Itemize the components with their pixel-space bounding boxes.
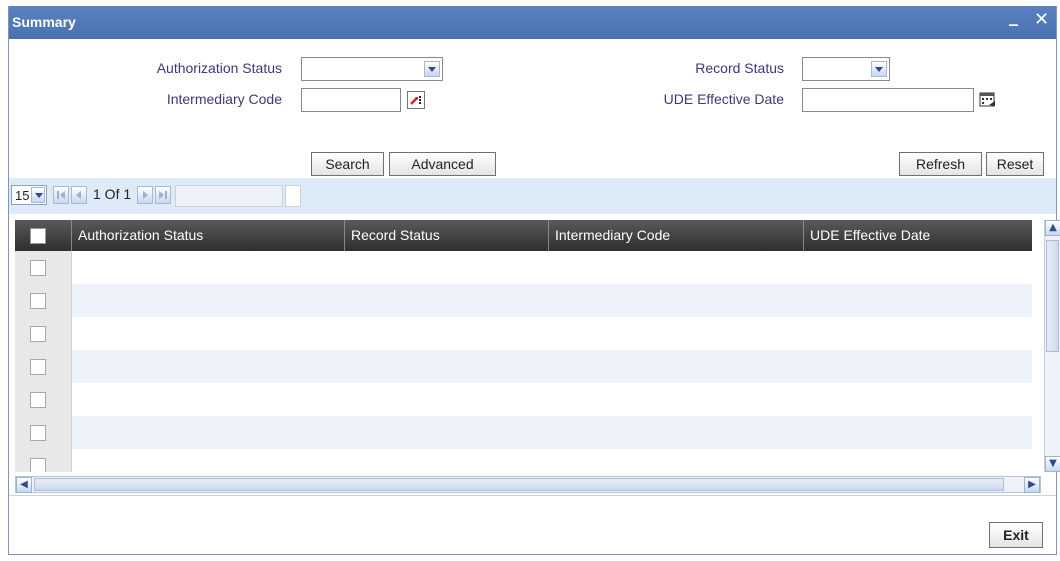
row-checkbox[interactable]	[30, 260, 46, 276]
row-checkbox-cell	[15, 416, 72, 450]
pagination-toolbar: 15 1 Of 1	[9, 178, 1056, 214]
row-checkbox[interactable]	[30, 293, 46, 309]
vertical-scrollbar[interactable]: ▲ ▼	[1044, 220, 1060, 472]
record-status-label: Record Status	[695, 60, 784, 76]
column-header-ude-effective-date[interactable]: UDE Effective Date	[804, 220, 1032, 251]
advanced-button[interactable]: Advanced	[389, 152, 496, 176]
row-checkbox-cell	[15, 383, 72, 417]
horizontal-scroll-thumb[interactable]	[34, 478, 1004, 491]
close-icon[interactable]: ✕	[1034, 9, 1049, 30]
select-all-checkbox[interactable]	[30, 228, 46, 244]
chevron-down-icon	[31, 187, 45, 203]
calendar-icon[interactable]	[979, 90, 997, 108]
horizontal-scrollbar[interactable]: ◀ ▶	[15, 476, 1041, 493]
prev-page-icon[interactable]	[71, 186, 87, 204]
column-header-record-status[interactable]: Record Status	[345, 220, 549, 251]
chevron-down-icon	[871, 61, 887, 77]
next-page-icon[interactable]	[137, 186, 153, 204]
page-size-value: 15	[15, 188, 30, 203]
goto-page-button[interactable]	[285, 185, 301, 207]
footer-divider	[9, 495, 1056, 496]
chevron-down-icon	[424, 61, 440, 77]
minimize-icon[interactable]: _	[1009, 6, 1018, 27]
lov-icon[interactable]	[407, 91, 425, 109]
scroll-left-icon[interactable]: ◀	[16, 477, 32, 493]
row-checkbox-cell	[15, 284, 72, 318]
row-checkbox-cell	[15, 317, 72, 351]
row-checkbox[interactable]	[30, 458, 46, 472]
table-row[interactable]	[15, 350, 1032, 384]
table-row[interactable]	[15, 317, 1032, 351]
row-checkbox[interactable]	[30, 425, 46, 441]
window-title: Summary	[12, 14, 76, 30]
record-status-select[interactable]	[802, 57, 890, 81]
column-header-authorization-status[interactable]: Authorization Status	[72, 220, 345, 251]
intermediary-code-label: Intermediary Code	[166, 91, 282, 107]
page-info: 1 Of 1	[93, 186, 132, 202]
scroll-up-icon[interactable]: ▲	[1045, 220, 1060, 236]
row-checkbox[interactable]	[30, 392, 46, 408]
column-header-intermediary-code[interactable]: Intermediary Code	[549, 220, 804, 251]
grid-header: Authorization Status Record Status Inter…	[15, 220, 1032, 251]
table-row[interactable]	[15, 383, 1032, 417]
vertical-scroll-thumb[interactable]	[1046, 240, 1059, 352]
row-checkbox-cell	[15, 350, 72, 384]
page-size-select[interactable]: 15	[11, 185, 47, 205]
last-page-icon[interactable]	[155, 186, 171, 204]
row-checkbox[interactable]	[30, 359, 46, 375]
scroll-right-icon[interactable]: ▶	[1024, 477, 1040, 493]
summary-window: Summary _ ✕ Authorization Status Interme…	[8, 6, 1060, 555]
row-checkbox-cell	[15, 251, 72, 285]
intermediary-code-input[interactable]	[301, 88, 401, 112]
exit-button[interactable]: Exit	[989, 522, 1043, 548]
scroll-down-icon[interactable]: ▼	[1045, 456, 1060, 472]
goto-page-input[interactable]	[175, 185, 283, 207]
first-page-icon[interactable]	[53, 186, 69, 204]
authorization-status-select[interactable]	[301, 57, 443, 81]
authorization-status-label: Authorization Status	[156, 60, 282, 76]
row-checkbox[interactable]	[30, 326, 46, 342]
header-checkbox-cell	[15, 220, 72, 251]
ude-effective-date-input[interactable]	[802, 88, 974, 112]
table-row[interactable]	[15, 416, 1032, 450]
table-row[interactable]	[15, 284, 1032, 318]
search-button[interactable]: Search	[311, 152, 384, 176]
title-bar: Summary _ ✕	[9, 6, 1056, 39]
refresh-button[interactable]: Refresh	[899, 152, 982, 176]
table-row[interactable]	[15, 449, 1032, 472]
reset-button[interactable]: Reset	[986, 152, 1044, 176]
table-row[interactable]	[15, 251, 1032, 285]
ude-effective-date-label: UDE Effective Date	[663, 91, 784, 107]
results-grid: Authorization Status Record Status Inter…	[15, 220, 1032, 472]
row-checkbox-cell	[15, 449, 72, 472]
